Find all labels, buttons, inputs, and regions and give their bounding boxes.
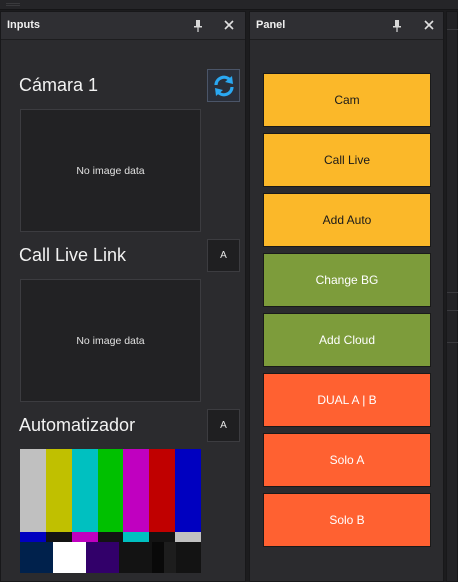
pin-icon[interactable] bbox=[193, 20, 203, 32]
color-bar-bottom bbox=[53, 542, 87, 573]
pin-icon[interactable] bbox=[392, 20, 402, 32]
automatizador-title: Automatizador bbox=[19, 415, 136, 435]
inputs-dock-title: Inputs bbox=[7, 19, 40, 31]
close-icon[interactable] bbox=[422, 18, 436, 32]
cam-button[interactable]: Cam bbox=[263, 73, 431, 127]
change-bg-button-label: Change BG bbox=[315, 273, 379, 287]
call-live-link-title: Call Live Link bbox=[19, 245, 127, 265]
color-bar-bottom bbox=[176, 542, 201, 573]
add-cloud-button-label: Add Cloud bbox=[318, 333, 376, 347]
color-bar-bottom bbox=[20, 542, 54, 573]
call-live-link-preview: No image data bbox=[20, 279, 201, 402]
call-live-link-audio-label: A bbox=[220, 250, 227, 261]
panel-dock-header[interactable]: Panel bbox=[250, 12, 443, 40]
dual-a-b-button-label: DUAL A | B bbox=[317, 393, 377, 407]
cam-button-label: Cam bbox=[334, 93, 360, 107]
color-bar-top bbox=[175, 449, 201, 532]
call-live-button[interactable]: Call Live bbox=[263, 133, 431, 187]
color-bar-middle bbox=[71, 532, 99, 542]
color-bar-bottom bbox=[119, 542, 153, 573]
call-live-link-preview-text: No image data bbox=[76, 334, 145, 347]
color-bar-bottom bbox=[152, 542, 165, 573]
solo-a-button-label: Solo A bbox=[329, 453, 365, 467]
change-bg-button[interactable]: Change BG bbox=[263, 253, 431, 307]
color-bar-middle bbox=[175, 532, 201, 542]
color-bar-top bbox=[123, 449, 150, 532]
panel-dock-title: Panel bbox=[256, 19, 286, 31]
grip-icon bbox=[6, 3, 20, 6]
divider bbox=[447, 342, 458, 343]
color-bar-top bbox=[71, 449, 99, 532]
divider bbox=[447, 292, 458, 293]
camara-1-preview: No image data bbox=[20, 109, 201, 232]
add-cloud-button[interactable]: Add Cloud bbox=[263, 313, 431, 367]
solo-b-button-label: Solo B bbox=[329, 513, 365, 527]
inputs-dock-header[interactable]: Inputs bbox=[1, 12, 245, 40]
color-bar-middle bbox=[97, 532, 124, 542]
color-bar-middle bbox=[123, 532, 150, 542]
top-drag-strip[interactable] bbox=[0, 0, 458, 10]
close-icon[interactable] bbox=[222, 18, 236, 32]
automatizador-audio-button[interactable]: A bbox=[207, 409, 240, 442]
color-bar-top bbox=[149, 449, 176, 532]
color-bar-middle bbox=[45, 532, 73, 542]
add-auto-button[interactable]: Add Auto bbox=[263, 193, 431, 247]
call-live-button-label: Call Live bbox=[323, 153, 371, 167]
solo-a-button[interactable]: Solo A bbox=[263, 433, 431, 487]
color-bar-top bbox=[20, 449, 47, 532]
refresh-icon bbox=[213, 75, 234, 96]
color-bar-middle bbox=[20, 532, 47, 542]
inputs-dock: Inputs Cámara 1 No image data Call Live … bbox=[0, 11, 246, 582]
color-bar-middle bbox=[149, 532, 176, 542]
color-bars-preview bbox=[20, 449, 201, 573]
call-live-link-audio-button[interactable]: A bbox=[207, 239, 240, 272]
divider bbox=[447, 29, 458, 30]
solo-b-button[interactable]: Solo B bbox=[263, 493, 431, 547]
divider bbox=[447, 310, 458, 311]
dual-a-b-button[interactable]: DUAL A | B bbox=[263, 373, 431, 427]
panel-dock: Panel Cam Call Live Add Auto Change BG A… bbox=[249, 11, 444, 582]
color-bar-top bbox=[45, 449, 73, 532]
camara-1-title: Cámara 1 bbox=[19, 75, 99, 95]
color-bar-bottom bbox=[86, 542, 120, 573]
color-bar-bottom bbox=[164, 542, 177, 573]
color-bar-top bbox=[97, 449, 124, 532]
right-dock-edge[interactable] bbox=[446, 11, 458, 582]
refresh-button[interactable] bbox=[207, 69, 240, 102]
camara-1-preview-text: No image data bbox=[76, 164, 145, 177]
add-auto-button-label: Add Auto bbox=[322, 213, 372, 227]
automatizador-audio-label: A bbox=[220, 420, 227, 431]
